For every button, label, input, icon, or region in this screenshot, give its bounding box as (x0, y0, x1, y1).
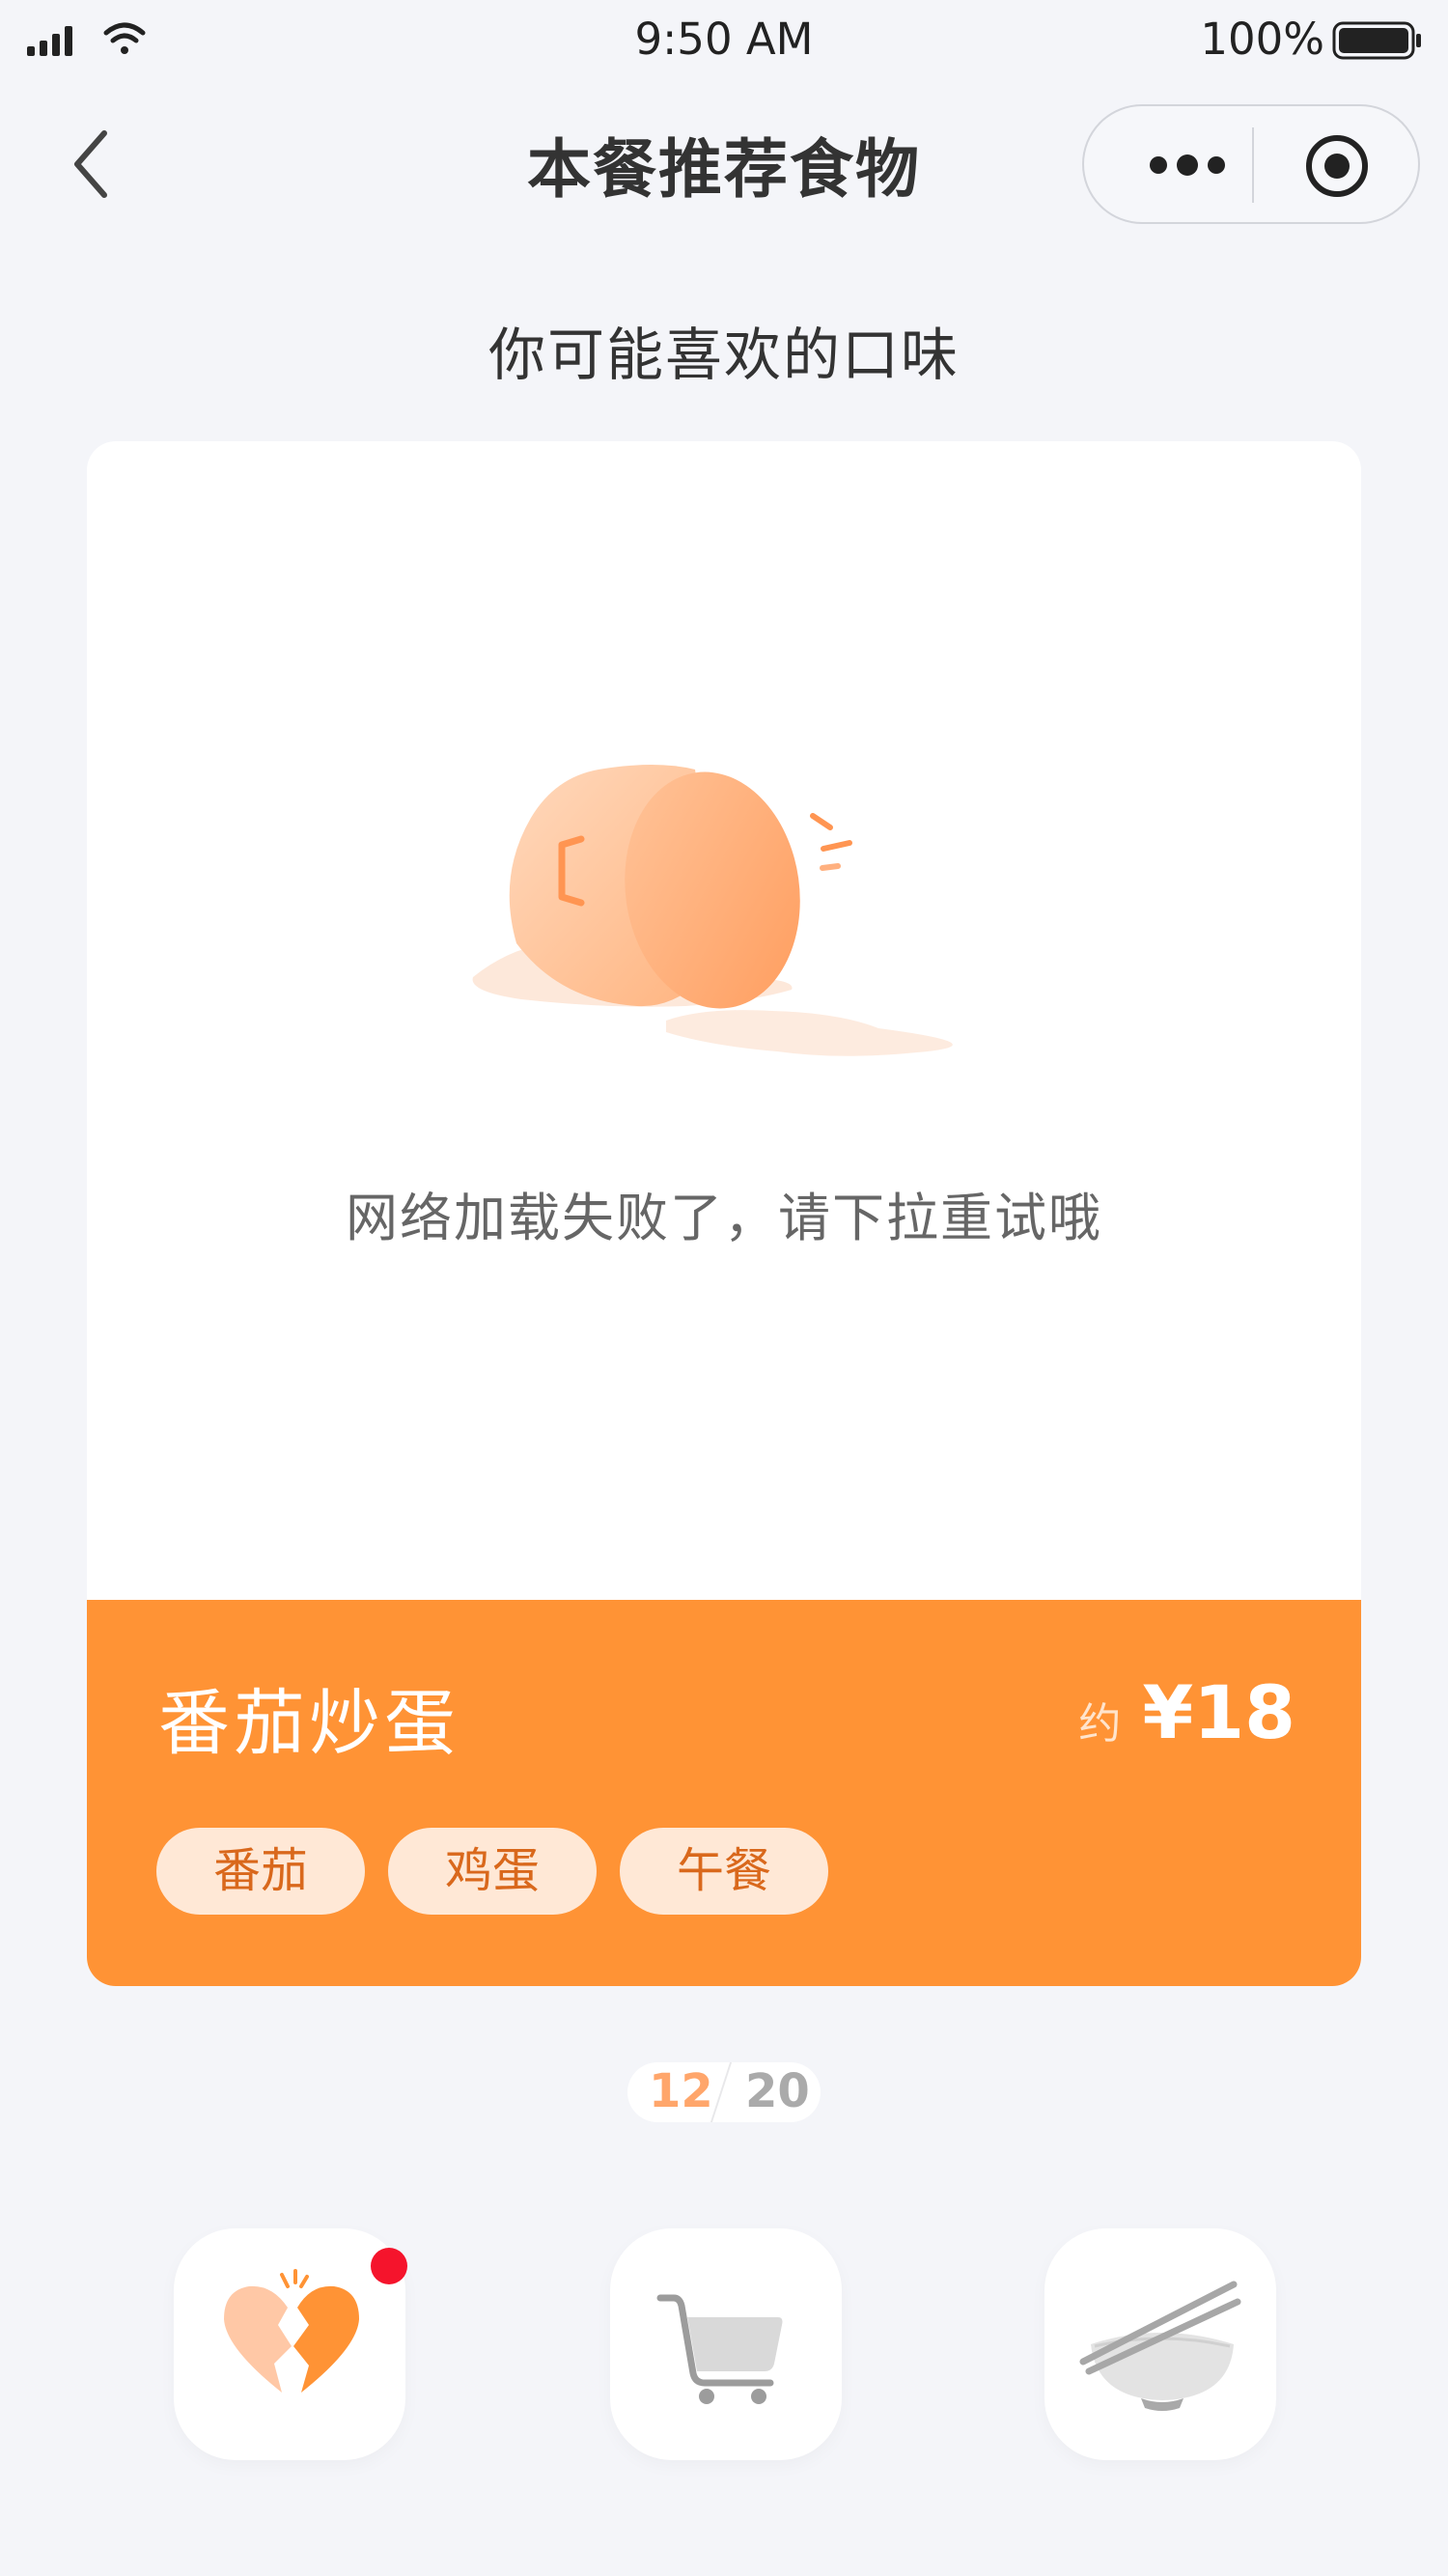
tag-chip[interactable]: 番茄 (156, 1828, 365, 1915)
tag-chip[interactable]: 午餐 (620, 1828, 828, 1915)
pager-total: 20 (745, 2064, 810, 2118)
recommendation-card[interactable]: 网络加载失败了，请下拉重试哦 番茄炒蛋 约 ¥18 番茄 鸡蛋 午餐 (87, 441, 1361, 1986)
cart-button[interactable] (610, 2228, 842, 2460)
shopping-cart-icon (656, 2294, 783, 2404)
page-indicator: 12 20 (627, 2062, 821, 2122)
pager-current: 12 (649, 2064, 713, 2118)
section-title: 你可能喜欢的口味 (487, 322, 960, 388)
food-info-panel: 番茄炒蛋 约 ¥18 番茄 鸡蛋 午餐 (87, 1600, 1361, 1986)
price: 约 ¥18 (1078, 1669, 1295, 1755)
battery-percent: 100% (1200, 14, 1324, 65)
error-message: 网络加载失败了，请下拉重试哦 (346, 1188, 1102, 1248)
mini-program-capsule (1082, 104, 1420, 224)
more-button[interactable] (1134, 141, 1240, 189)
tag-chip[interactable]: 鸡蛋 (388, 1828, 597, 1915)
price-value: ¥18 (1142, 1669, 1295, 1755)
tag-list: 番茄 鸡蛋 午餐 (156, 1828, 851, 1915)
bowl-chopsticks-icon (1079, 2281, 1241, 2411)
meal-button[interactable] (1044, 2228, 1276, 2460)
close-miniprogram-button[interactable] (1304, 133, 1370, 199)
price-prefix: 约 (1078, 1699, 1122, 1749)
notification-dot (371, 2248, 407, 2284)
target-close-icon (1306, 135, 1368, 197)
battery-icon (1332, 21, 1423, 64)
food-name: 番茄炒蛋 (158, 1682, 459, 1765)
spilled-cup-icon (463, 760, 985, 1117)
more-dots-icon (1150, 154, 1225, 176)
capsule-divider (1252, 127, 1254, 203)
